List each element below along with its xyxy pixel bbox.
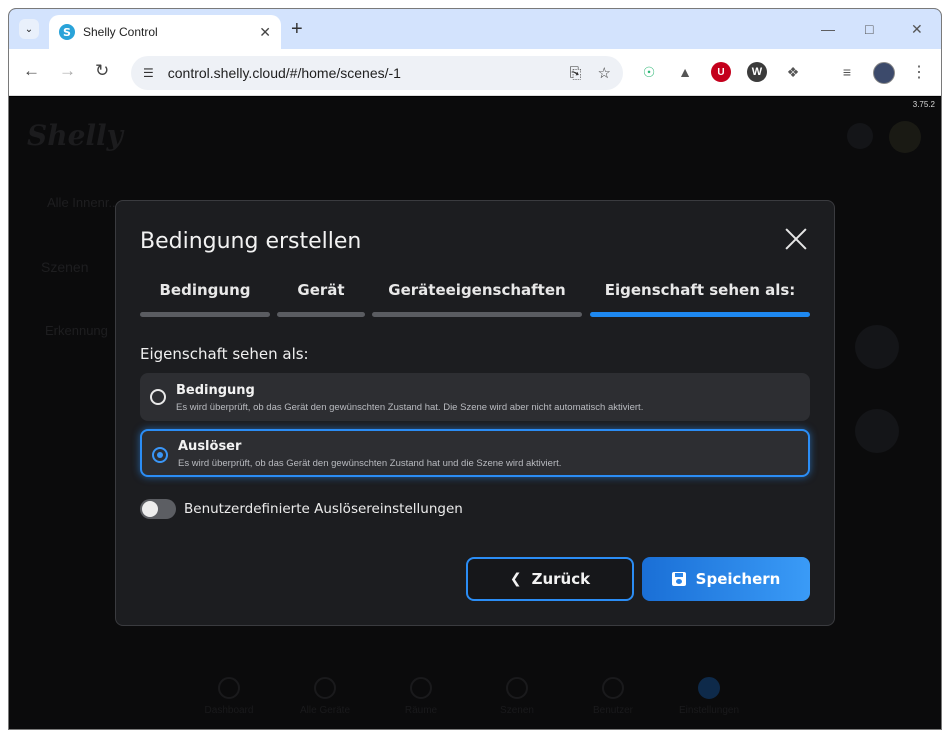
- option-trigger[interactable]: Auslöser Es wird überprüft, ob das Gerät…: [140, 429, 810, 477]
- floppy-disk-icon: [671, 572, 686, 586]
- dialog-title: Bedingung erstellen: [140, 229, 362, 254]
- step-progress-bar: [372, 312, 582, 317]
- minimize-icon[interactable]: —: [821, 19, 835, 39]
- bg-widget-circle: [855, 325, 899, 369]
- radio-button-selected[interactable]: [152, 447, 168, 463]
- option-description: Es wird überprüft, ob das Gerät den gewü…: [178, 458, 562, 469]
- reading-list-icon[interactable]: ≡: [837, 62, 857, 82]
- step-label: Geräteeigenschaften: [388, 281, 566, 299]
- bg-nav-item: Benutzer: [583, 677, 643, 716]
- close-icon[interactable]: [784, 227, 808, 251]
- radio-button[interactable]: [150, 389, 166, 405]
- save-button-label: Speichern: [695, 570, 781, 588]
- create-condition-dialog: Bedingung erstellen Bedingung Gerät Gerä…: [115, 200, 835, 626]
- shelly-logo: Shelly: [27, 119, 123, 152]
- forward-arrow-icon[interactable]: →: [59, 61, 76, 81]
- bookmark-star-icon[interactable]: ☆: [598, 64, 611, 82]
- back-button[interactable]: ❮ Zurück: [466, 557, 634, 601]
- page-content: 3.75.2 Shelly Alle Innenr... Szenen Erke…: [9, 97, 941, 729]
- browser-tab[interactable]: S Shelly Control ✕: [49, 15, 281, 49]
- app-version: 3.75.2: [912, 100, 935, 109]
- angular-extension-icon[interactable]: ▲: [675, 62, 695, 82]
- step-label: Eigenschaft sehen als:: [604, 281, 796, 299]
- bg-breadcrumb: Alle Innenr...: [47, 195, 120, 210]
- shelly-favicon-icon: S: [59, 24, 75, 40]
- bg-nav-item: Räume: [391, 677, 451, 716]
- step-progress-bar: [277, 312, 365, 317]
- menu-kebab-icon[interactable]: ⋮: [909, 62, 929, 82]
- bg-bottom-nav: Dashboard Alle Geräte Räume Szenen Benut…: [199, 677, 739, 716]
- toggle-knob: [142, 501, 158, 517]
- bg-widget-circle: [855, 409, 899, 453]
- save-button[interactable]: Speichern: [642, 557, 810, 601]
- share-icon[interactable]: ☉: [639, 62, 659, 82]
- w-extension-icon[interactable]: W: [747, 62, 767, 82]
- tab-search-chevron-icon[interactable]: ⌄: [19, 19, 39, 39]
- bg-subtitle: Erkennung: [45, 323, 108, 338]
- custom-trigger-toggle[interactable]: [140, 499, 176, 519]
- site-info-icon[interactable]: ☰: [143, 66, 154, 80]
- stepper: Bedingung Gerät Geräteeigenschaften Eige…: [140, 281, 812, 317]
- step-label: Gerät: [297, 281, 345, 299]
- tab-strip: ⌄ S Shelly Control ✕ + — □ ✕: [9, 9, 941, 49]
- bg-nav-item: Alle Geräte: [295, 677, 355, 716]
- bg-nav-item: Szenen: [487, 677, 547, 716]
- toggle-label: Benutzerdefinierte Auslösereinstellungen: [184, 501, 463, 517]
- step-progress-bar: [140, 312, 270, 317]
- option-condition[interactable]: Bedingung Es wird überprüft, ob das Gerä…: [140, 373, 810, 421]
- option-title: Auslöser: [178, 439, 242, 454]
- step-view-property-as[interactable]: Eigenschaft sehen als:: [590, 281, 810, 317]
- window-close-icon[interactable]: ✕: [911, 19, 923, 39]
- tab-close-icon[interactable]: ✕: [259, 24, 271, 41]
- bg-profile-icon: [889, 121, 921, 153]
- browser-toolbar: ← → ↻ ☰ control.shelly.cloud/#/home/scen…: [9, 49, 941, 96]
- maximize-icon[interactable]: □: [865, 19, 873, 39]
- option-description: Es wird überprüft, ob das Gerät den gewü…: [176, 402, 644, 413]
- back-arrow-icon[interactable]: ←: [23, 61, 40, 81]
- step-label: Bedingung: [159, 281, 251, 299]
- profile-avatar[interactable]: [873, 62, 895, 84]
- bg-section-title: Szenen: [41, 259, 89, 275]
- new-tab-plus-icon[interactable]: +: [291, 19, 303, 39]
- option-title: Bedingung: [176, 383, 255, 398]
- reload-icon[interactable]: ↻: [95, 61, 109, 81]
- step-condition[interactable]: Bedingung: [140, 281, 270, 317]
- bg-account-icon: [847, 123, 873, 149]
- extensions-puzzle-icon[interactable]: ❖: [783, 62, 803, 82]
- chevron-left-icon: ❮: [509, 571, 522, 587]
- step-device-properties[interactable]: Geräteeigenschaften: [372, 281, 582, 317]
- section-title: Eigenschaft sehen als:: [140, 345, 309, 363]
- step-progress-bar: [590, 312, 810, 317]
- browser-window: ⌄ S Shelly Control ✕ + — □ ✕ ← → ↻ ☰ con…: [8, 8, 942, 730]
- tab-title: Shelly Control: [83, 25, 158, 39]
- address-bar[interactable]: ☰ control.shelly.cloud/#/home/scenes/-1 …: [131, 56, 623, 90]
- back-button-label: Zurück: [531, 570, 591, 588]
- install-app-icon[interactable]: ⎘: [570, 65, 582, 82]
- bg-nav-item: Dashboard: [199, 677, 259, 716]
- bg-nav-item: Einstellungen: [679, 677, 739, 716]
- ublock-extension-icon[interactable]: U: [711, 62, 731, 82]
- url-text[interactable]: control.shelly.cloud/#/home/scenes/-1: [168, 65, 554, 81]
- step-device[interactable]: Gerät: [277, 281, 365, 317]
